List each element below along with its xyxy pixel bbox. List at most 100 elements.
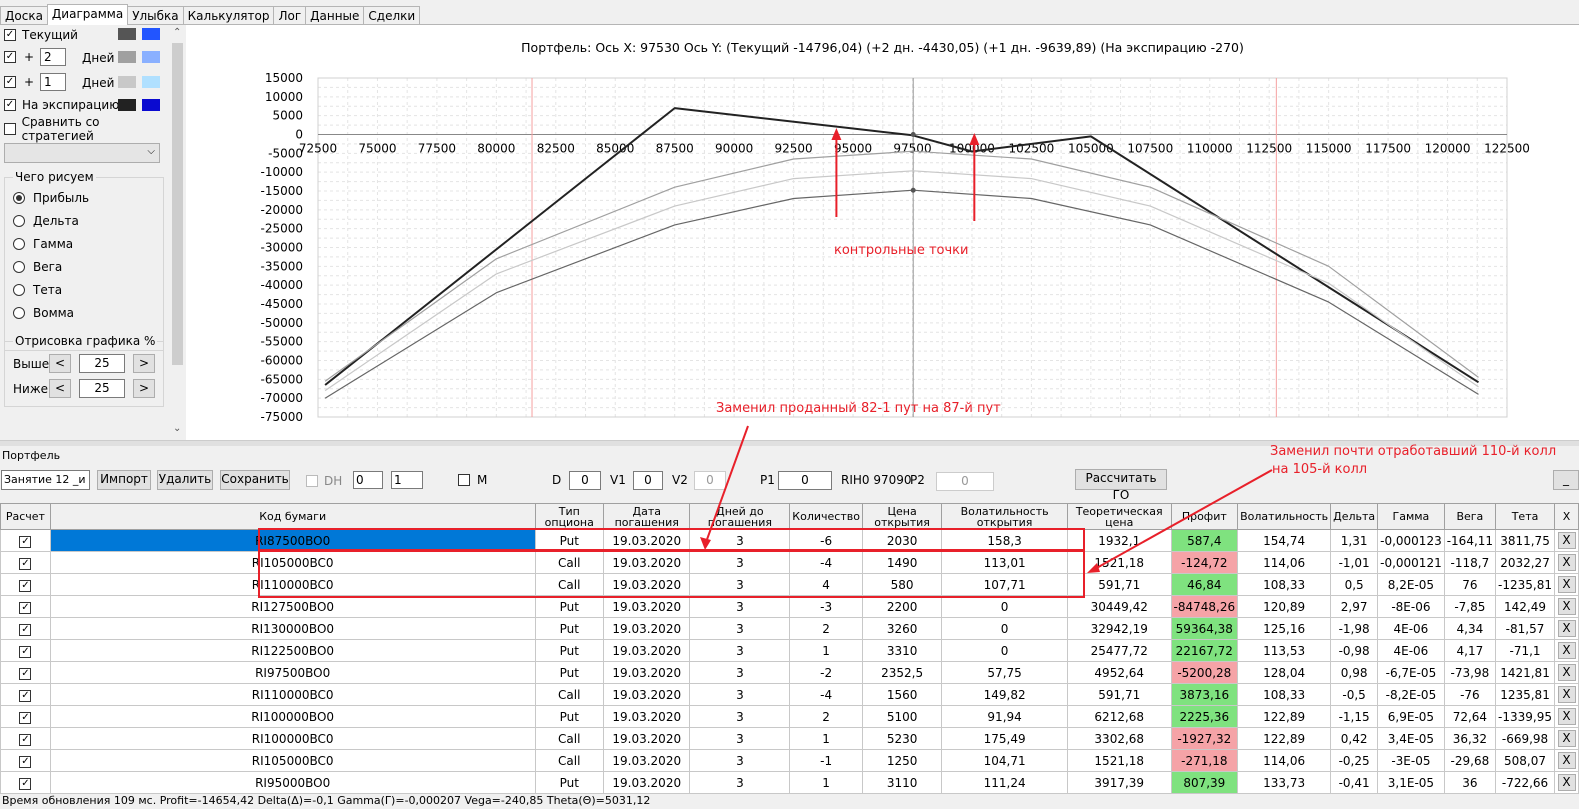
table-row[interactable]: ✓ RI110000BC0 Call 19.03.2020 3 -4 1560 149,82 5…	[0, 683, 1579, 706]
table-row[interactable]: ✓ RI105000BC0 Call 19.03.2020 3 -1 1250 104,71 1…	[0, 749, 1579, 772]
tab-diagram[interactable]: Диаграмма	[46, 4, 129, 25]
series-plus1-checkbox[interactable]: ✓	[4, 76, 16, 88]
table-row[interactable]: ✓ RI130000BO0 Put 19.03.2020 3 2 3260 0 32942,19…	[0, 617, 1579, 640]
radio-gamma-dot[interactable]	[13, 238, 25, 250]
below-value-input[interactable]: 25	[79, 379, 125, 398]
radio-vomma[interactable]: Вомма	[13, 303, 74, 323]
col-qty[interactable]: Количество	[789, 503, 863, 530]
remove-row-button[interactable]: X	[1557, 708, 1576, 725]
cell-remove[interactable]: X	[1554, 595, 1579, 618]
col-profit[interactable]: Профит	[1170, 503, 1239, 530]
row-calc-checkbox-cell[interactable]: ✓	[0, 573, 51, 596]
table-row[interactable]: ✓ RI95000BO0 Put 19.03.2020 3 1 3110 111,24 3917…	[0, 771, 1579, 794]
radio-vega-dot[interactable]	[13, 261, 25, 273]
d-input[interactable]: 0	[569, 471, 601, 490]
col-gamma[interactable]: Гамма	[1377, 503, 1445, 530]
remove-row-button[interactable]: X	[1557, 664, 1576, 681]
row-calc-checkbox-cell[interactable]: ✓	[0, 661, 51, 684]
radio-theta[interactable]: Тета	[13, 280, 62, 300]
p2-input[interactable]: 0	[936, 472, 994, 491]
radio-gamma[interactable]: Гамма	[13, 234, 73, 254]
remove-row-button[interactable]: X	[1557, 752, 1576, 769]
remove-row-button[interactable]: X	[1557, 774, 1576, 791]
col-vol[interactable]: Волатильность	[1237, 503, 1332, 530]
col-vega[interactable]: Вега	[1443, 503, 1497, 530]
left-panel-scrollbar[interactable]: ⌃ ⌄	[170, 25, 185, 440]
tab-calculator[interactable]: Калькулятор	[182, 6, 275, 25]
col-open-vol[interactable]: Волатильность открытия	[941, 503, 1068, 530]
row-calc-checkbox-cell[interactable]: ✓	[0, 529, 51, 552]
col-code[interactable]: Код бумаги	[49, 503, 536, 530]
above-decrease-button[interactable]: <	[49, 354, 71, 373]
session-select[interactable]: Занятие 12 _и	[1, 470, 90, 490]
table-row[interactable]: ✓ RI97500BO0 Put 19.03.2020 3 -2 2352,5 57,75 49…	[0, 661, 1579, 684]
scroll-up-icon[interactable]: ⌃	[173, 27, 181, 38]
table-row[interactable]: ✓ RI100000BO0 Put 19.03.2020 3 2 5100 91,94 6212…	[0, 705, 1579, 728]
col-remove[interactable]: X	[1554, 503, 1579, 530]
cell-remove[interactable]: X	[1554, 661, 1579, 684]
remove-row-button[interactable]: X	[1557, 554, 1576, 571]
row-calc-checkbox[interactable]: ✓	[19, 536, 32, 548]
cell-remove[interactable]: X	[1554, 573, 1579, 596]
row-calc-checkbox[interactable]: ✓	[19, 756, 32, 768]
m-checkbox[interactable]	[458, 474, 470, 486]
col-open-price[interactable]: Цена открытия	[861, 503, 943, 530]
cell-remove[interactable]: X	[1554, 617, 1579, 640]
table-row[interactable]: ✓ RI127500BO0 Put 19.03.2020 3 -3 2200 0 30449,4…	[0, 595, 1579, 618]
table-row[interactable]: ✓ RI87500BO0 Put 19.03.2020 3 -6 2030 158,3 1932…	[0, 529, 1579, 552]
radio-theta-dot[interactable]	[13, 284, 25, 296]
series-current-color1-swatch[interactable]	[118, 28, 136, 40]
col-expiry[interactable]: Дата погашения	[602, 503, 691, 530]
scroll-down-icon[interactable]: ⌄	[173, 423, 181, 434]
cell-remove[interactable]: X	[1554, 639, 1579, 662]
cell-remove[interactable]: X	[1554, 771, 1579, 794]
row-calc-checkbox[interactable]: ✓	[19, 690, 32, 702]
p1-input[interactable]: 0	[778, 471, 832, 490]
series-plus1-color2-swatch[interactable]	[142, 76, 160, 88]
dh-spin-1[interactable]: 0	[353, 471, 383, 489]
cell-remove[interactable]: X	[1554, 551, 1579, 574]
series-plus2-days-input[interactable]: 2	[40, 48, 66, 66]
series-plus1-days-input[interactable]: 1	[40, 73, 66, 91]
col-theor-price[interactable]: Теоретическая цена	[1066, 503, 1172, 530]
scrollbar-thumb[interactable]	[172, 43, 183, 365]
table-row[interactable]: ✓ RI110000BC0 Call 19.03.2020 3 4 580 107,71 591…	[0, 573, 1579, 596]
dh-checkbox[interactable]	[306, 475, 318, 487]
above-value-input[interactable]: 25	[79, 354, 125, 373]
row-calc-checkbox[interactable]: ✓	[19, 624, 32, 636]
radio-delta-dot[interactable]	[13, 215, 25, 227]
series-plus2-checkbox[interactable]: ✓	[4, 51, 16, 63]
radio-profit-dot[interactable]	[13, 192, 25, 204]
tab-data[interactable]: Данные	[305, 6, 365, 25]
row-calc-checkbox[interactable]: ✓	[19, 712, 32, 724]
radio-profit[interactable]: Прибыль	[13, 188, 89, 208]
radio-vega[interactable]: Вега	[13, 257, 62, 277]
delete-button[interactable]: Удалить	[157, 470, 213, 490]
row-calc-checkbox-cell[interactable]: ✓	[0, 727, 51, 750]
row-calc-checkbox[interactable]: ✓	[19, 580, 32, 592]
radio-vomma-dot[interactable]	[13, 307, 25, 319]
cell-remove[interactable]: X	[1554, 705, 1579, 728]
table-row[interactable]: ✓ RI100000BC0 Call 19.03.2020 3 1 5230 175,49 33…	[0, 727, 1579, 750]
series-current-color2-swatch[interactable]	[142, 28, 160, 40]
row-calc-checkbox-cell[interactable]: ✓	[0, 595, 51, 618]
below-decrease-button[interactable]: <	[49, 379, 71, 398]
col-type[interactable]: Тип опциона	[534, 503, 604, 530]
cell-remove[interactable]: X	[1554, 727, 1579, 750]
col-theta[interactable]: Тета	[1495, 503, 1555, 530]
calc-margin-button[interactable]: Рассчитать ГО	[1075, 469, 1167, 502]
compare-checkbox[interactable]	[4, 123, 16, 135]
import-button[interactable]: Импорт	[97, 470, 151, 490]
row-calc-checkbox[interactable]: ✓	[19, 778, 32, 790]
tab-deals[interactable]: Сделки	[363, 6, 421, 25]
remove-row-button[interactable]: X	[1557, 620, 1576, 637]
tab-board[interactable]: Доска	[0, 6, 48, 25]
row-calc-checkbox[interactable]: ✓	[19, 558, 32, 570]
row-calc-checkbox-cell[interactable]: ✓	[0, 639, 51, 662]
remove-row-button[interactable]: X	[1557, 576, 1576, 593]
col-delta[interactable]: Дельта	[1330, 503, 1379, 530]
row-calc-checkbox[interactable]: ✓	[19, 646, 32, 658]
series-plus2-color2-swatch[interactable]	[142, 51, 160, 63]
minimize-button[interactable]: _	[1553, 470, 1579, 490]
tab-smile[interactable]: Улыбка	[127, 6, 184, 25]
